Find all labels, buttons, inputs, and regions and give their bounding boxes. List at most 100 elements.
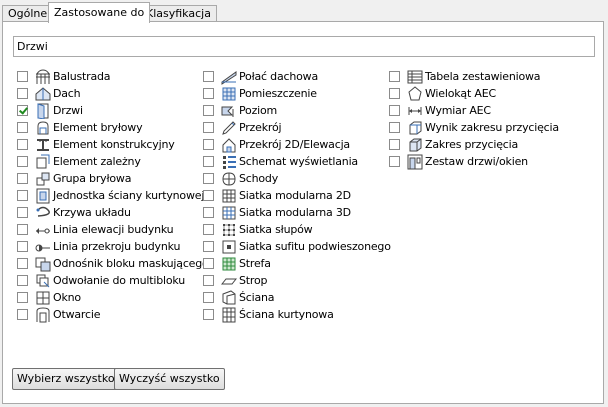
structural-member-icon: [35, 137, 51, 153]
object-type-item[interactable]: Drzwi: [17, 102, 209, 119]
object-type-checkbox[interactable]: [203, 275, 214, 286]
object-type-checkbox[interactable]: [17, 292, 28, 303]
object-type-item[interactable]: Otwarcie: [17, 306, 209, 323]
object-type-checkbox[interactable]: [17, 224, 28, 235]
mass-element-icon: [35, 120, 51, 136]
object-type-checkbox[interactable]: [17, 156, 28, 167]
object-type-item[interactable]: Przekrój 2D/Elewacja: [203, 136, 391, 153]
object-type-item[interactable]: Balustrada: [17, 68, 209, 85]
object-type-item[interactable]: Schody: [203, 170, 391, 187]
object-type-label: Element konstrukcyjny: [53, 138, 175, 151]
object-type-checkbox[interactable]: [203, 105, 214, 116]
object-type-label: Okno: [53, 291, 81, 304]
object-type-item[interactable]: Siatka modularna 3D: [203, 204, 391, 221]
object-type-item[interactable]: Wielokąt AEC: [389, 85, 559, 102]
object-type-item[interactable]: Dach: [17, 85, 209, 102]
object-type-checkbox[interactable]: [203, 71, 214, 82]
object-type-checkbox[interactable]: [203, 241, 214, 252]
object-type-item[interactable]: Tabela zestawieniowa: [389, 68, 559, 85]
object-type-item[interactable]: Odwołanie do multibloku: [17, 272, 209, 289]
object-type-checkbox[interactable]: [203, 207, 214, 218]
object-type-item[interactable]: Krzywa układu: [17, 204, 209, 221]
tab-applies-to[interactable]: Zastosowane do: [48, 2, 151, 23]
object-type-checkbox[interactable]: [17, 190, 28, 201]
zone-icon: [221, 256, 237, 272]
object-type-item[interactable]: Strop: [203, 272, 391, 289]
object-type-checkbox[interactable]: [203, 292, 214, 303]
object-type-item[interactable]: Schemat wyświetlania: [203, 153, 391, 170]
object-type-checkbox[interactable]: [17, 309, 28, 320]
object-type-checkbox[interactable]: [203, 190, 214, 201]
object-type-label: Tabela zestawieniowa: [425, 70, 541, 83]
tab-general[interactable]: Ogólne: [2, 5, 54, 22]
object-type-item[interactable]: Odnośnik bloku maskującego: [17, 255, 209, 272]
object-type-checkbox[interactable]: [17, 88, 28, 99]
object-type-checkbox[interactable]: [17, 105, 28, 116]
object-type-item[interactable]: Element bryłowy: [17, 119, 209, 136]
object-type-item[interactable]: Ściana kurtynowa: [203, 306, 391, 323]
object-type-label: Krzywa układu: [53, 206, 131, 219]
object-type-checkbox[interactable]: [17, 139, 28, 150]
object-type-label: Wymiar AEC: [425, 104, 491, 117]
object-type-item[interactable]: Strefa: [203, 255, 391, 272]
object-type-checkbox[interactable]: [17, 71, 28, 82]
object-type-item[interactable]: Poziom: [203, 102, 391, 119]
object-type-label: Zakres przycięcia: [425, 138, 519, 151]
object-type-item[interactable]: Wymiar AEC: [389, 102, 559, 119]
object-type-checkbox[interactable]: [203, 122, 214, 133]
object-type-checkbox[interactable]: [17, 275, 28, 286]
object-type-label: Odnośnik bloku maskującego: [53, 257, 209, 270]
object-type-item[interactable]: Jednostka ściany kurtynowej: [17, 187, 209, 204]
object-type-checkbox[interactable]: [17, 241, 28, 252]
object-type-item[interactable]: Przekrój: [203, 119, 391, 136]
object-type-checkbox[interactable]: [389, 122, 400, 133]
object-type-checkbox[interactable]: [17, 173, 28, 184]
object-type-label: Drzwi: [53, 104, 83, 117]
object-type-item[interactable]: Siatka modularna 2D: [203, 187, 391, 204]
object-type-item[interactable]: Siatka słupów: [203, 221, 391, 238]
object-type-item[interactable]: Okno: [17, 289, 209, 306]
object-type-item[interactable]: Zestaw drzwi/okien: [389, 153, 559, 170]
object-type-label: Połać dachowa: [239, 70, 318, 83]
object-type-checkbox[interactable]: [389, 88, 400, 99]
curtain-wall-icon: [221, 307, 237, 323]
slab-icon: [221, 273, 237, 289]
object-type-checkbox[interactable]: [17, 258, 28, 269]
object-type-checkbox[interactable]: [203, 173, 214, 184]
object-type-label: Dach: [53, 87, 81, 100]
object-type-checkbox[interactable]: [203, 224, 214, 235]
object-type-item[interactable]: Siatka sufitu podwieszonego: [203, 238, 391, 255]
object-type-label: Schemat wyświetlania: [239, 155, 358, 168]
object-type-item[interactable]: Połać dachowa: [203, 68, 391, 85]
object-type-checkbox[interactable]: [389, 139, 400, 150]
object-type-item[interactable]: Linia elewacji budynku: [17, 221, 209, 238]
object-type-item[interactable]: Wynik zakresu przycięcia: [389, 119, 559, 136]
object-type-item[interactable]: Ściana: [203, 289, 391, 306]
object-type-label: Zestaw drzwi/okien: [425, 155, 528, 168]
object-type-checkbox[interactable]: [17, 122, 28, 133]
object-types-column-3: Tabela zestawieniowa Wielokąt AEC Wymiar A…: [389, 68, 559, 170]
object-type-label: Poziom: [239, 104, 278, 117]
object-type-checkbox[interactable]: [389, 105, 400, 116]
object-type-checkbox[interactable]: [389, 156, 400, 167]
object-type-checkbox[interactable]: [203, 258, 214, 269]
tab-classification[interactable]: Klasyfikacja: [140, 5, 217, 22]
object-type-item[interactable]: Element zależny: [17, 153, 209, 170]
door-window-assembly-icon: [407, 154, 423, 170]
object-type-item[interactable]: Linia przekroju budynku: [17, 238, 209, 255]
section-icon: [221, 120, 237, 136]
object-type-checkbox[interactable]: [389, 71, 400, 82]
object-type-checkbox[interactable]: [203, 139, 214, 150]
railing-icon: [35, 68, 51, 85]
object-type-item[interactable]: Pomieszczenie: [203, 85, 391, 102]
object-type-checkbox[interactable]: [17, 207, 28, 218]
object-type-checkbox[interactable]: [203, 156, 214, 167]
object-type-checkbox[interactable]: [203, 309, 214, 320]
object-type-item[interactable]: Zakres przycięcia: [389, 136, 559, 153]
name-input[interactable]: [13, 36, 595, 57]
select-all-button[interactable]: Wybierz wszystko: [12, 368, 120, 390]
object-type-item[interactable]: Element konstrukcyjny: [17, 136, 209, 153]
object-type-item[interactable]: Grupa bryłowa: [17, 170, 209, 187]
object-type-checkbox[interactable]: [203, 88, 214, 99]
clear-all-button[interactable]: Wyczyść wszystko: [114, 368, 225, 390]
